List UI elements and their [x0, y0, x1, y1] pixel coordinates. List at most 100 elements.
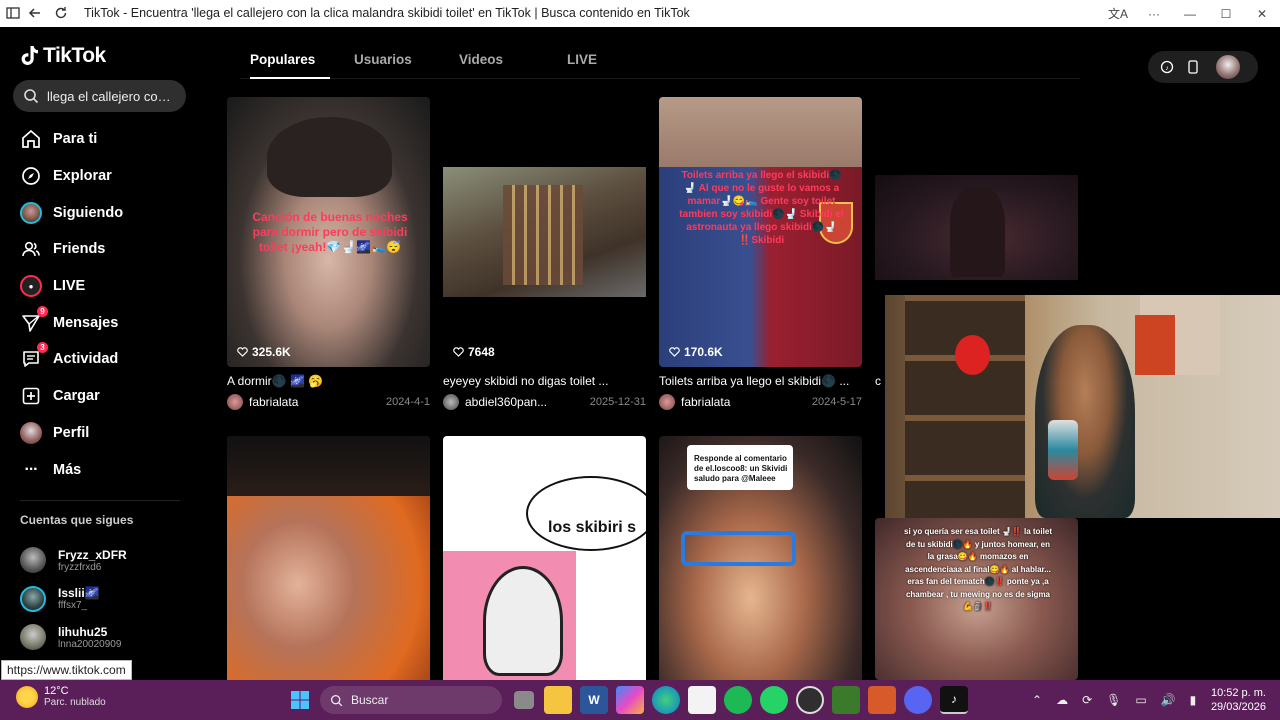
clock-time: 10:52 p. m. — [1210, 687, 1266, 699]
sidebar-item-cargar[interactable]: Cargar — [0, 378, 200, 415]
minecraft-icon[interactable] — [832, 686, 860, 714]
video-thumbnail[interactable]: 7648 — [443, 97, 646, 367]
tiktok-logo[interactable]: TikTok — [20, 44, 106, 68]
video-thumbnail[interactable] — [227, 436, 430, 680]
following-account[interactable]: lihuhu25 lnna20020909 — [20, 618, 190, 657]
avatar[interactable] — [443, 394, 459, 410]
maximize-button[interactable]: ☐ — [1208, 0, 1244, 27]
like-count-value: 170.6K — [684, 345, 723, 359]
upload-icon — [20, 385, 42, 407]
sidebar-item-perfil[interactable]: Perfil — [0, 415, 200, 452]
avatar — [20, 547, 46, 574]
video-thumbnail[interactable]: Canción de buenas noches para dormir per… — [227, 97, 430, 367]
tiktok-coin-icon[interactable]: ♪ — [1154, 54, 1180, 80]
sidebar-item-mensajes[interactable]: 9 Mensajes — [0, 304, 200, 341]
search-icon — [330, 694, 343, 706]
video-description[interactable]: eyeyey skibidi no digas toilet ... — [443, 374, 646, 388]
tab-usuarios[interactable]: Usuarios — [354, 52, 412, 67]
back-arrow-icon[interactable] — [22, 0, 48, 26]
video-author[interactable]: fabrialata — [249, 395, 380, 409]
video-card[interactable]: Toilets arriba ya llego el skibidi🌑🚽 Al … — [659, 97, 862, 410]
cloud-icon[interactable]: ☁ — [1056, 693, 1068, 707]
status-url-tooltip: https://www.tiktok.com — [1, 660, 132, 680]
sidebar-item-mas[interactable]: ··· Más — [0, 451, 200, 488]
video-meta: abdiel360pan... 2025-12-31 — [443, 394, 646, 410]
profile-avatar-icon — [20, 421, 42, 444]
task-view-icon[interactable] — [514, 691, 534, 709]
video-thumbnail[interactable]: si yo quería ser esa toilet 🚽‼️ la toile… — [875, 518, 1078, 680]
browser-titlebar: TikTok - Encuentra 'llega el callejero c… — [0, 0, 1280, 27]
tab-live[interactable]: LIVE — [567, 52, 597, 67]
discord-icon[interactable] — [904, 686, 932, 714]
spotify-icon[interactable] — [724, 686, 752, 714]
sidebar-item-live[interactable]: ● LIVE — [0, 268, 200, 305]
video-meta: fabrialata 2024-5-17 — [659, 394, 862, 410]
more-options-icon[interactable]: ··· — [1136, 0, 1172, 27]
like-count: 170.6K — [669, 345, 723, 359]
avatar[interactable] — [227, 394, 243, 410]
sidebar-item-para-ti[interactable]: Para ti — [0, 121, 200, 158]
heart-icon — [669, 347, 680, 357]
minimize-button[interactable]: — — [1172, 0, 1208, 27]
video-thumbnail[interactable]: los skibiri s — [443, 436, 646, 680]
video-card[interactable]: si yo quería ser esa toilet 🚽‼️ la toile… — [875, 518, 1078, 680]
weather-widget[interactable]: 12°C Parc. nublado — [16, 685, 106, 708]
battery-icon[interactable]: ▮ — [1190, 693, 1197, 707]
translate-icon[interactable]: 文A — [1100, 0, 1136, 27]
start-button[interactable] — [286, 686, 314, 714]
taskbar-search[interactable]: Buscar — [320, 686, 502, 714]
search-value[interactable]: llega el callejero con l... — [47, 89, 175, 104]
taskbar-search-placeholder: Buscar — [351, 693, 389, 707]
video-author[interactable]: abdiel360pan... — [465, 395, 584, 409]
tiktok-app-icon[interactable]: ♪ — [940, 686, 968, 714]
volume-icon[interactable]: 🔊 — [1161, 693, 1176, 707]
user-avatar[interactable] — [1216, 55, 1240, 79]
tab-videos[interactable]: Videos — [459, 52, 503, 67]
system-tray: ⌃ ☁ ⟳ 🎙 ▭ 🔊 ▮ — [1032, 680, 1210, 720]
chevron-up-icon[interactable]: ⌃ — [1032, 693, 1042, 707]
sync-icon[interactable]: ⟳ — [1082, 693, 1092, 707]
sidebar-item-label: Mensajes — [53, 314, 119, 331]
svg-text:♪: ♪ — [1165, 65, 1169, 72]
sidebar-item-actividad[interactable]: 3 Actividad — [0, 341, 200, 378]
whatsapp-icon[interactable] — [760, 686, 788, 714]
tab-populares[interactable]: Populares — [250, 52, 315, 67]
avatar[interactable] — [659, 394, 675, 410]
avatar — [20, 585, 46, 612]
video-card[interactable]: Responde al comentario de el.loscoo8: un… — [659, 436, 862, 680]
copilot-icon[interactable] — [616, 686, 644, 714]
sidebar-item-explorar[interactable]: Explorar — [0, 158, 200, 195]
edge-icon[interactable] — [652, 686, 680, 714]
sidebar-item-label: Para ti — [53, 131, 98, 148]
video-thumbnail[interactable]: Toilets arriba ya llego el skibidi🌑🚽 Al … — [659, 97, 862, 367]
video-description[interactable]: Toilets arriba ya llego el skibidi🌑 ... — [659, 374, 862, 388]
sidebar-item-siguiendo[interactable]: Siguiendo — [0, 194, 200, 231]
video-description[interactable]: A dormir🌑 🌌 🥱 — [227, 374, 430, 388]
following-account[interactable]: Fryzz_xDFR fryzzfrxd6 — [20, 541, 190, 580]
store-icon[interactable] — [688, 686, 716, 714]
network-icon[interactable]: ▭ — [1135, 693, 1146, 707]
video-card[interactable]: Canción de buenas noches para dormir per… — [227, 97, 430, 410]
app-icon[interactable] — [868, 686, 896, 714]
obs-icon[interactable] — [796, 686, 824, 714]
following-account[interactable]: Isslii🌌 fffsx7_ — [20, 580, 190, 619]
phone-app-icon[interactable] — [1180, 54, 1206, 80]
reload-icon[interactable] — [48, 0, 74, 26]
word-icon[interactable]: W — [580, 686, 608, 714]
taskbar-clock[interactable]: 10:52 p. m. 29/03/2026 — [1211, 686, 1266, 714]
search-input[interactable]: llega el callejero con l... — [13, 80, 186, 112]
sidebar-item-friends[interactable]: Friends — [0, 231, 200, 268]
avatar — [20, 624, 46, 651]
microphone-icon[interactable]: 🎙 — [1106, 693, 1121, 707]
video-meta: fabrialata 2024-4-1 — [227, 394, 430, 410]
more-icon: ··· — [24, 460, 39, 478]
video-overlay-text: Responde al comentario de el.loscoo8: un… — [694, 454, 788, 483]
account-handle: lnna20020909 — [58, 638, 122, 650]
video-thumbnail[interactable]: Responde al comentario de el.loscoo8: un… — [659, 436, 862, 680]
video-card[interactable]: los skibiri s — [443, 436, 646, 680]
video-card[interactable]: 7648 eyeyey skibidi no digas toilet ... … — [443, 97, 646, 410]
video-card[interactable] — [227, 436, 430, 680]
video-author[interactable]: fabrialata — [681, 395, 806, 409]
close-button[interactable]: ✕ — [1244, 0, 1280, 27]
file-explorer-icon[interactable] — [544, 686, 572, 714]
